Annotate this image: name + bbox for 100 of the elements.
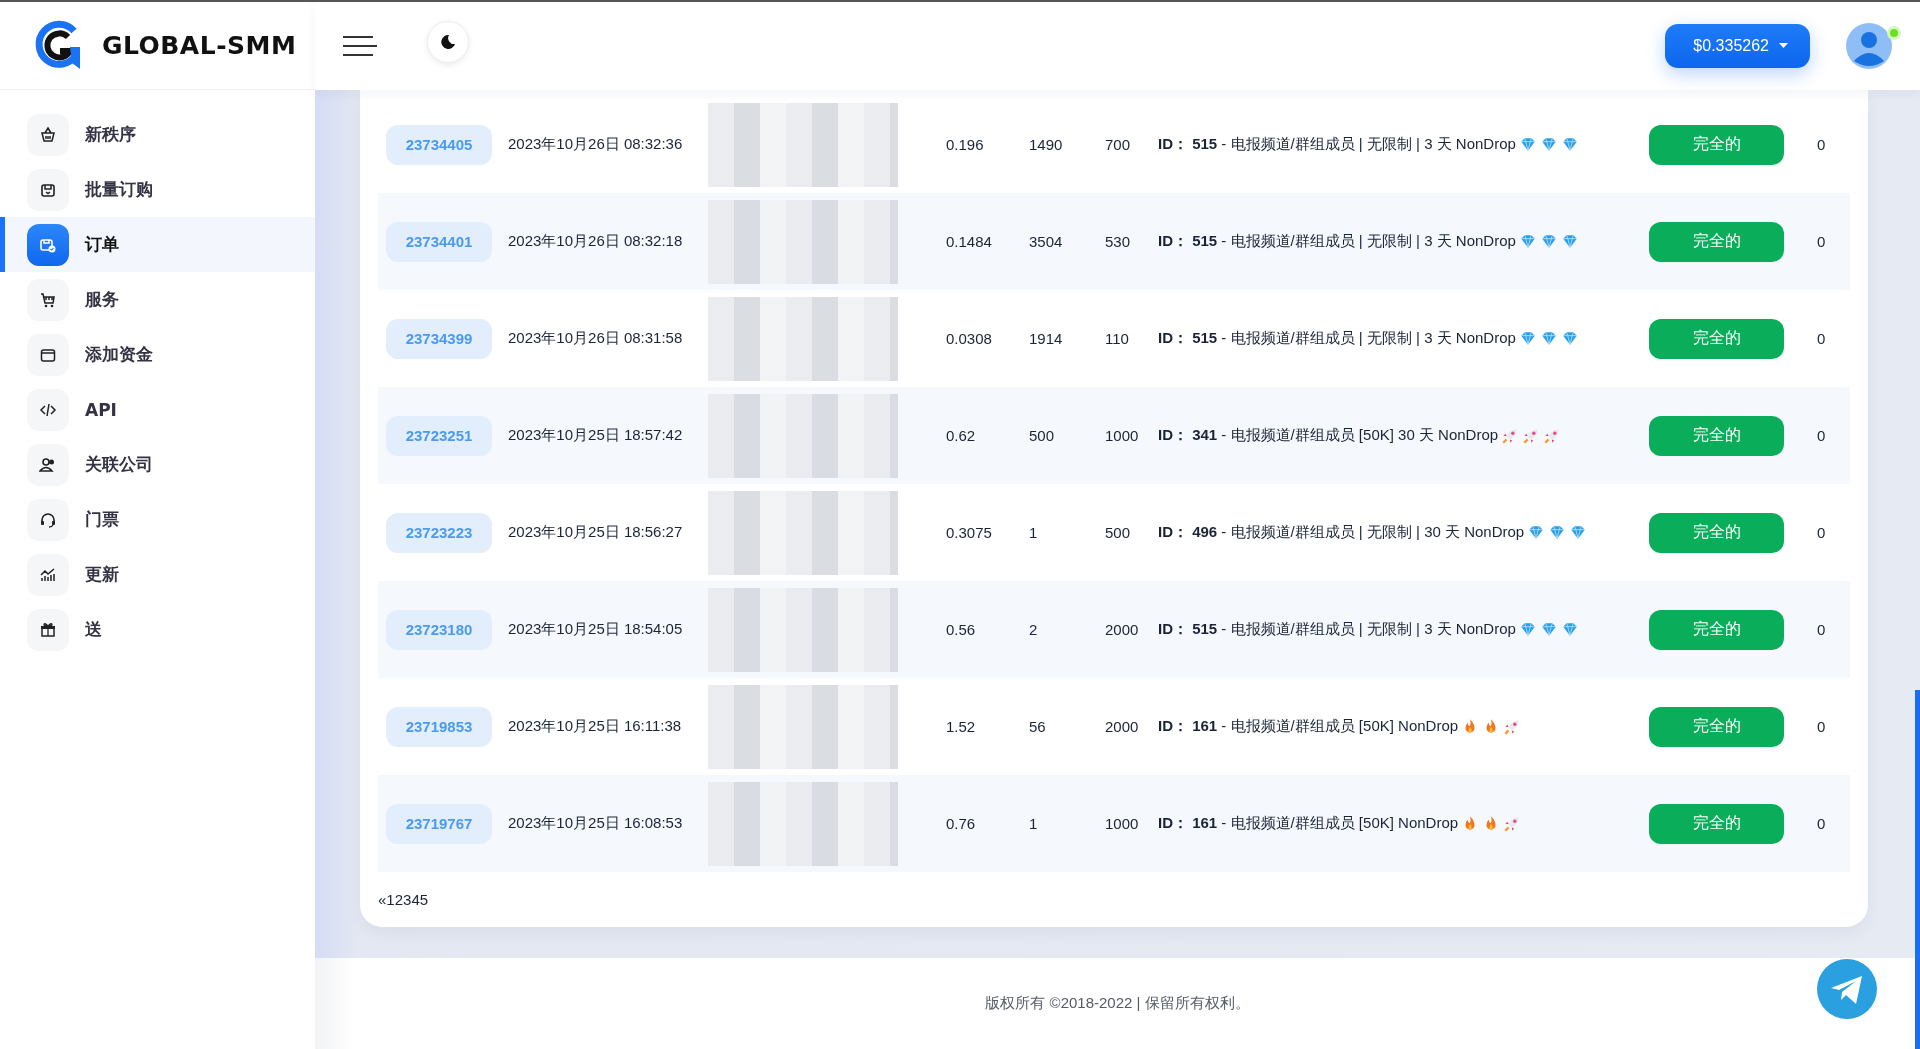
pagination-link[interactable]: 4 <box>411 891 420 908</box>
order-remains: 0 <box>1817 621 1827 638</box>
service-name: ID： 496 - 电报频道/群组成员 | 无限制 | 30 天 NonDrop <box>1158 523 1525 542</box>
pagination-link[interactable]: 1 <box>386 891 395 908</box>
sidebar-item[interactable]: API <box>0 382 315 437</box>
order-start-count: 1 <box>1029 524 1039 541</box>
status-badge: 完全的 <box>1649 124 1784 165</box>
order-quantity: 1000 <box>1105 815 1140 832</box>
order-date: 2023年10月26日 08:32:36 <box>508 135 684 154</box>
sidebar-item[interactable]: 关联公司 <box>0 437 315 492</box>
sidebar-item[interactable]: 服务 <box>0 272 315 327</box>
sidebar-item[interactable]: 批量订购 <box>0 162 315 217</box>
order-date: 2023年10月25日 18:54:05 <box>508 620 684 639</box>
service-name: ID： 341 - 电报频道/群组成员 [50K] 30 天 NonDrop <box>1158 426 1499 445</box>
caret-icon <box>1779 43 1788 49</box>
diamond-icon <box>1518 620 1537 639</box>
diamond-icon <box>1569 523 1588 542</box>
menu-item-icon <box>39 455 57 474</box>
order-start-count: 1914 <box>1029 330 1064 347</box>
sidebar-item[interactable]: 送 <box>0 602 315 657</box>
diamond-icon <box>1560 329 1579 348</box>
service-name: ID： 515 - 电报频道/群组成员 | 无限制 | 3 天 NonDrop <box>1158 329 1516 348</box>
moon-icon <box>440 34 456 50</box>
rocket-icon <box>1522 426 1541 445</box>
status-badge: 完全的 <box>1649 609 1784 650</box>
dark-mode-button[interactable] <box>427 21 469 63</box>
service-name: ID： 515 - 电报频道/群组成员 | 无限制 | 3 天 NonDrop <box>1158 232 1516 251</box>
pagination-link[interactable]: 2 <box>394 891 404 908</box>
menu-button[interactable] <box>343 35 377 57</box>
pagination-link[interactable]: « <box>378 891 387 908</box>
order-charge: 0.1484 <box>946 233 993 250</box>
diamond-icon <box>1539 232 1558 251</box>
diamond-icon <box>1560 232 1579 251</box>
order-start-count: 2 <box>1029 621 1039 638</box>
paper-plane-icon <box>1816 958 1878 1020</box>
service-name: ID： 515 - 电报频道/群组成员 | 无限制 | 3 天 NonDrop <box>1158 620 1516 639</box>
order-remains: 0 <box>1817 718 1827 735</box>
order-quantity: 700 <box>1105 136 1132 153</box>
status-badge: 完全的 <box>1649 221 1784 262</box>
order-remains: 0 <box>1817 524 1827 541</box>
order-date: 2023年10月25日 18:56:27 <box>508 523 684 542</box>
order-date: 2023年10月25日 16:11:38 <box>508 717 683 736</box>
pagination-link[interactable]: 5 <box>419 891 429 908</box>
menu-item-icon <box>39 565 57 584</box>
order-quantity: 530 <box>1105 233 1132 250</box>
order-charge: 0.196 <box>946 136 985 153</box>
diamond-icon <box>1539 620 1558 639</box>
order-remains: 0 <box>1817 330 1827 347</box>
order-quantity: 500 <box>1105 524 1132 541</box>
order-start-count: 56 <box>1029 718 1047 735</box>
order-quantity: 2000 <box>1105 621 1140 638</box>
order-remains: 0 <box>1817 233 1827 250</box>
rocket-icon <box>1503 814 1522 833</box>
diamond-icon <box>1548 523 1567 542</box>
diamond-icon <box>1518 329 1537 348</box>
order-charge: 0.62 <box>946 427 977 444</box>
order-start-count: 500 <box>1029 427 1056 444</box>
rocket-icon <box>1503 717 1522 736</box>
order-date: 2023年10月25日 18:57:42 <box>508 426 684 445</box>
sidebar-item[interactable]: 门票 <box>0 492 315 547</box>
order-start-count: 1490 <box>1029 136 1064 153</box>
service-name: ID： 515 - 电报频道/群组成员 | 无限制 | 3 天 NonDrop <box>1158 135 1516 154</box>
diamond-icon <box>1518 232 1537 251</box>
status-badge: 完全的 <box>1649 803 1784 844</box>
menu-icon <box>343 35 377 57</box>
order-charge: 0.3075 <box>946 524 993 541</box>
sidebar-item[interactable]: 订单 <box>0 217 315 272</box>
order-remains: 0 <box>1817 427 1827 444</box>
sidebar-item[interactable]: 添加资金 <box>0 327 315 382</box>
rocket-icon <box>1543 426 1562 445</box>
status-badge: 完全的 <box>1649 512 1784 553</box>
order-charge: 0.76 <box>946 815 977 832</box>
order-date: 2023年10月26日 08:32:18 <box>508 232 684 251</box>
avatar-icon[interactable] <box>1846 23 1892 69</box>
rocket-icon <box>1501 426 1520 445</box>
order-start-count: 3504 <box>1029 233 1064 250</box>
status-badge: 完全的 <box>1649 706 1784 747</box>
balance-button[interactable]: $0.335262 <box>1665 24 1810 68</box>
service-name: ID： 161 - 电报频道/群组成员 [50K] NonDrop <box>1158 717 1459 736</box>
order-quantity: 1000 <box>1105 427 1140 444</box>
order-start-count: 1 <box>1029 815 1039 832</box>
order-charge: 1.52 <box>946 718 977 735</box>
telegram-button[interactable] <box>1816 958 1878 1020</box>
order-date: 2023年10月25日 16:08:53 <box>508 814 684 833</box>
order-quantity: 2000 <box>1105 718 1140 735</box>
service-name: ID： 161 - 电报频道/群组成员 [50K] NonDrop <box>1158 814 1459 833</box>
menu-item-icon <box>39 290 57 309</box>
diamond-icon <box>1539 135 1558 154</box>
order-quantity: 110 <box>1105 330 1130 347</box>
order-date: 2023年10月26日 08:31:58 <box>508 329 684 348</box>
sidebar-item[interactable]: 更新 <box>0 547 315 602</box>
diamond-icon <box>1527 523 1546 542</box>
order-remains: 0 <box>1817 136 1827 153</box>
diamond-icon <box>1518 135 1537 154</box>
order-remains: 0 <box>1817 815 1827 832</box>
menu-item-icon <box>39 510 57 529</box>
diamond-icon <box>1560 620 1579 639</box>
sidebar-item[interactable]: 新秩序 <box>0 107 315 162</box>
pagination-link[interactable]: 3 <box>403 891 412 908</box>
order-charge: 0.0308 <box>946 330 993 347</box>
